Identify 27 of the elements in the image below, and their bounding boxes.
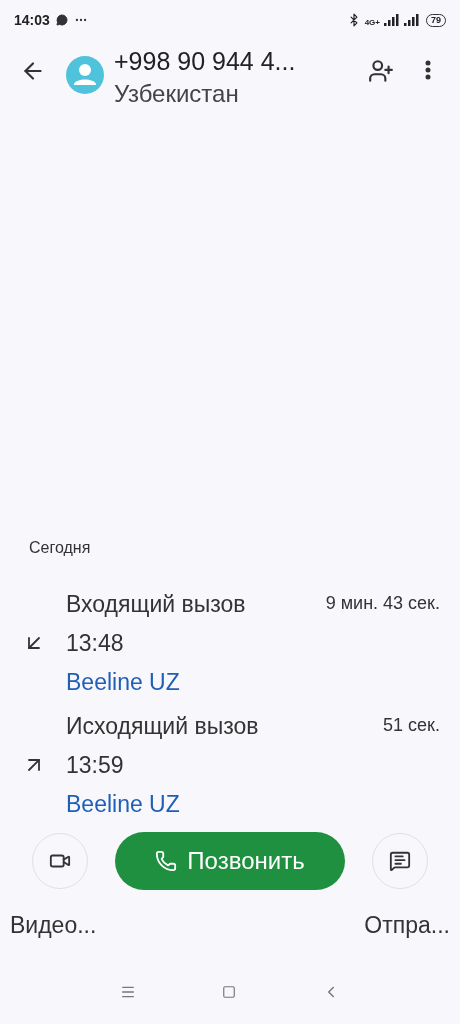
call-button[interactable]: Позвонить: [115, 831, 345, 890]
contact-country: Узбекистан: [114, 79, 240, 109]
carrier-name: Beeline UZ: [66, 789, 181, 819]
signal-icon: [404, 14, 420, 26]
message-icon: [389, 849, 411, 872]
video-call-label: Видео...: [10, 910, 97, 940]
call-time: 13:48: [66, 628, 125, 658]
phone-icon: [155, 849, 178, 872]
avatar-icon: [66, 56, 104, 94]
signal-icon: [384, 14, 400, 26]
status-time: 14:03: [14, 10, 50, 30]
home-icon[interactable]: [222, 985, 236, 999]
recent-apps-icon[interactable]: [120, 984, 136, 1000]
add-person-icon: [368, 58, 394, 84]
call-type: Входящий вызов: [66, 589, 246, 619]
section-header: Сегодня: [28, 537, 92, 558]
more-options-icon: [425, 60, 431, 80]
message-label: Отпра...: [364, 910, 450, 940]
call-duration: 51 сек.: [383, 714, 440, 737]
chat-bubble-icon: [55, 14, 68, 26]
carrier-name: Beeline UZ: [66, 667, 181, 697]
add-contact-button[interactable]: [368, 58, 394, 84]
call-type: Исходящий вызов: [66, 711, 259, 741]
call-time: 13:59: [66, 750, 125, 780]
call-duration: 9 мин. 43 сек.: [325, 592, 440, 615]
network-type: 4G+: [364, 19, 380, 27]
contact-number: +998 90 944 4...: [114, 46, 297, 77]
